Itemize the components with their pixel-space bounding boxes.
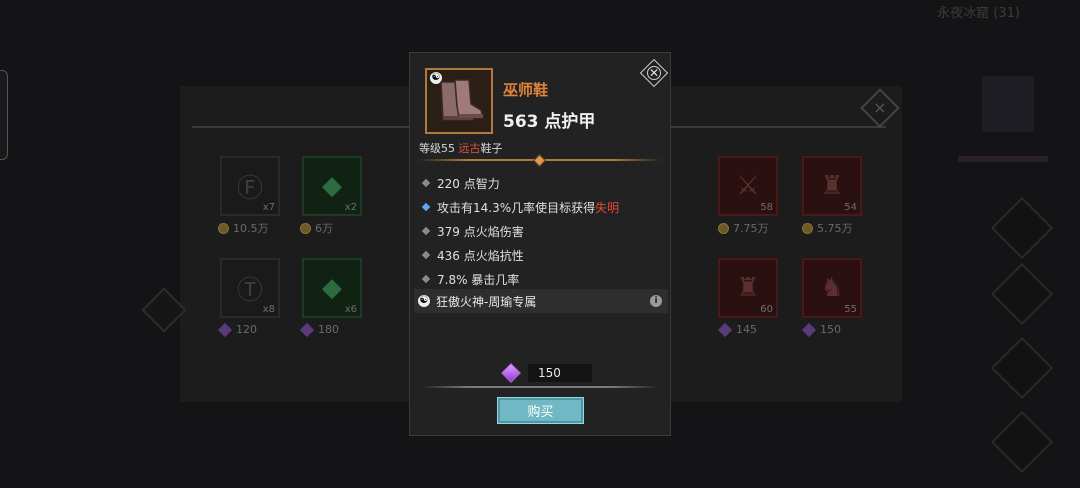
buy-button[interactable]: 购买 (497, 397, 584, 424)
slot-qty: 58 (760, 202, 773, 213)
item-name: 巫师鞋 (503, 81, 549, 99)
side-bar (958, 156, 1048, 162)
price-value: 120 (236, 323, 257, 336)
divider-diamond-icon (533, 154, 546, 167)
rune-icon: Ⓕ (236, 173, 263, 204)
slot-qty: x7 (262, 202, 275, 213)
price-value: 150 (528, 364, 592, 382)
green-gem-icon: ◆ (322, 273, 342, 303)
slot-price: 10.5万 (218, 220, 269, 236)
close-icon: × (873, 98, 887, 117)
slot-qty: 55 (844, 304, 857, 315)
bullet-icon (421, 226, 431, 236)
coin-icon (718, 222, 729, 234)
item-armor: 563 点护甲 (503, 112, 596, 132)
axe-icon: ⚔ (736, 171, 760, 201)
zone-title: 永夜冰窟 (31) (937, 6, 1020, 21)
item-icon-frame: ☯ (425, 68, 493, 134)
price-value: 7.75万 (733, 222, 769, 235)
gem-icon (717, 322, 733, 337)
shop-slot[interactable]: ♜ 60 (718, 258, 778, 318)
green-gem-icon: ◆ (322, 171, 342, 201)
side-item-preview (982, 76, 1034, 132)
slot-price: 150 (801, 322, 841, 337)
item-rarity: 远古 (458, 142, 481, 155)
bullet-icon (421, 274, 431, 284)
close-icon: ✕ (647, 66, 661, 80)
shop-slot[interactable]: ⚔ 58 (718, 156, 778, 216)
purple-gem-icon (501, 363, 521, 383)
stat-row: 379 点火焰伤害 (420, 219, 666, 243)
shop-slot[interactable]: ♜ 54 (802, 156, 862, 216)
shop-slot[interactable]: ◆ x6 (302, 258, 362, 318)
price-value: 10.5万 (233, 222, 269, 235)
price-row: 150 (501, 363, 592, 383)
shop-slot[interactable]: Ⓕ x7 (220, 156, 280, 216)
price-value: 5.75万 (817, 222, 853, 235)
yin-yang-icon: ☯ (418, 295, 430, 307)
stat-row: 7.8% 暴击几率 (420, 267, 666, 291)
armor-icon: ♜ (736, 273, 760, 303)
gem-icon (217, 322, 233, 337)
stat-highlight: 失明 (595, 200, 620, 215)
slot-price: 6万 (300, 220, 333, 236)
slot-price: 120 (217, 322, 257, 337)
gem-icon (299, 322, 315, 337)
stat-text: 7.8% 暴击几率 (437, 272, 520, 287)
price-value: 180 (318, 323, 339, 336)
price-value: 150 (820, 323, 841, 336)
price-value: 6万 (315, 222, 333, 235)
shop-slot[interactable]: ◆ x2 (302, 156, 362, 216)
boots-icon: ♞ (820, 273, 844, 303)
boots-icon (440, 79, 484, 121)
coin-icon (300, 222, 311, 234)
slot-qty: x6 (344, 304, 357, 315)
robe-icon: ♜ (820, 171, 844, 201)
bullet-icon (421, 250, 431, 260)
gem-icon (801, 322, 817, 337)
stat-text: 436 点火焰抗性 (437, 248, 524, 263)
set-bonus-row[interactable]: ☯ 狂傲火神-周瑜专属 i (414, 289, 668, 313)
slot-price: 5.75万 (802, 220, 853, 236)
item-level: 等级55 (419, 142, 459, 155)
shop-slot[interactable]: ♞ 55 (802, 258, 862, 318)
price-value: 145 (736, 323, 757, 336)
bullet-icon (421, 178, 431, 188)
slot-price: 180 (299, 322, 339, 337)
slot-price: 7.75万 (718, 220, 769, 236)
stat-list: 220 点智力 攻击有14.3%几率使目标获得 失明 379 点火焰伤害 436 … (420, 171, 666, 291)
price-divider (420, 386, 660, 388)
item-type: 鞋子 (480, 142, 503, 155)
left-edge-tab[interactable] (0, 70, 8, 160)
rune-icon: Ⓣ (236, 275, 263, 306)
item-level-line: 等级55 远古鞋子 (419, 140, 503, 156)
bullet-icon (421, 202, 431, 212)
stat-text: 220 点智力 (437, 176, 500, 191)
stat-row: 220 点智力 (420, 171, 666, 195)
stat-text: 379 点火焰伤害 (437, 224, 524, 239)
stat-row: 436 点火焰抗性 (420, 243, 666, 267)
slot-qty: 54 (844, 202, 857, 213)
set-bonus-label: 狂傲火神-周瑜专属 (436, 294, 537, 309)
coin-icon (802, 222, 813, 234)
slot-qty: 60 (760, 304, 773, 315)
slot-price: 145 (717, 322, 757, 337)
shop-slot[interactable]: Ⓣ x8 (220, 258, 280, 318)
item-tooltip-modal: ☯ 巫师鞋 563 点护甲 ✕ 等级55 远古鞋子 220 点智力 攻击有14.… (409, 52, 671, 436)
stat-row: 攻击有14.3%几率使目标获得 失明 (420, 195, 666, 219)
tooltip-close-button[interactable]: ✕ (639, 58, 669, 88)
stat-text: 攻击有14.3%几率使目标获得 (437, 200, 596, 215)
coin-icon (218, 222, 229, 234)
info-icon[interactable]: i (650, 295, 662, 307)
slot-qty: x2 (344, 202, 357, 213)
slot-qty: x8 (262, 304, 275, 315)
